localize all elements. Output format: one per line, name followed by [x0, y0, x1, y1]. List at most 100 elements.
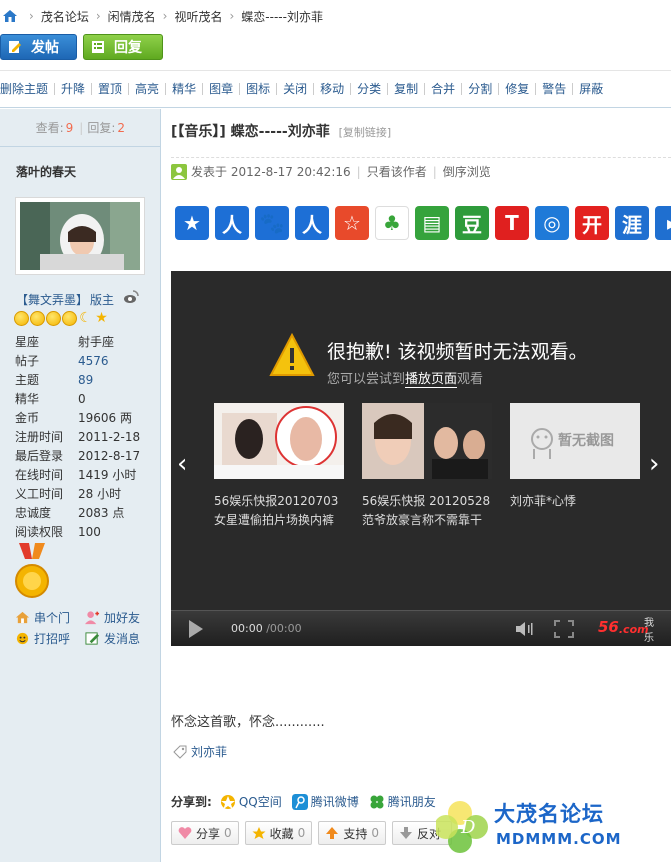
mod-copy[interactable]: 复制 [388, 83, 426, 95]
play-page-link[interactable]: 播放页面 [405, 372, 458, 388]
thread-title: [【音乐】] 蝶恋-----刘亦菲 [复制链接] [171, 124, 392, 140]
douban-icon[interactable]: 豆 [455, 206, 489, 240]
no-screenshot-text: 暂无截图 [558, 433, 614, 449]
new-post-button[interactable]: 发帖 [0, 34, 77, 60]
sun-icon [62, 311, 77, 326]
info-row: 在线时间 1419 小时 [15, 468, 137, 482]
post-meta: 发表于 2012-8-17 20:42:16 | 只看该作者 | 倒序浏览 [171, 157, 671, 185]
mod-move[interactable]: 移动 [314, 83, 352, 95]
info-row: 阅读权限 100 [15, 524, 101, 540]
mod-repair[interactable]: 修复 [499, 83, 537, 95]
green-chart-icon[interactable]: ▤ [415, 206, 449, 240]
medal-icon[interactable] [15, 543, 49, 601]
sun-icon [46, 311, 61, 326]
author-name[interactable]: 落叶的春天 [16, 163, 76, 180]
video-caption: 刘亦菲*心悸 [510, 494, 577, 508]
arrow-down-icon [399, 827, 412, 839]
mod-split[interactable]: 分割 [462, 83, 500, 95]
reverse-order-link[interactable]: 倒序浏览 [443, 163, 491, 180]
poke-button[interactable]: 打招呼 [15, 630, 85, 646]
info-row: 义工时间 28 小时 [15, 487, 122, 501]
author-sidebar: 查看: 9 | 回复: 2 落叶的春天 【舞文弄墨】 版主 ☾ ★ 星座 射手座 … [0, 109, 161, 862]
mod-delete-thread[interactable]: 删除主题 [0, 83, 56, 95]
online-status-icon [171, 163, 187, 180]
warning-icon [269, 333, 315, 376]
related-video[interactable]: 56娱乐快报20120703 女星遭偷拍片场换内裤大 [214, 403, 344, 530]
visit-button[interactable]: 串个门 [15, 609, 85, 625]
moon-icon: ☾ [79, 310, 92, 326]
more-icon[interactable]: ▸ [655, 206, 671, 240]
star-icon: ★ [95, 310, 108, 326]
heart-icon [178, 827, 192, 839]
share-button[interactable]: 分享 0 [171, 821, 239, 845]
edit-icon [9, 41, 21, 53]
support-button[interactable]: 支持 0 [318, 821, 386, 845]
related-video[interactable]: 暂无截图 刘亦菲*心悸 [510, 403, 640, 530]
share-tencent-friends[interactable]: 腾讯朋友 [369, 793, 436, 810]
brand-logo: 56 .com 我乐 [598, 618, 654, 644]
reply-button[interactable]: 回复 [83, 34, 163, 60]
info-row: 精华 0 [15, 391, 86, 407]
mod-merge[interactable]: 合并 [425, 83, 463, 95]
watermark-title: 大茂名论坛 [494, 802, 604, 826]
breadcrumb-thread: 蝶恋-----刘亦菲 [241, 9, 323, 24]
play-time: 00:00 /00:00 [231, 622, 302, 635]
ya-icon[interactable]: 涯 [615, 206, 649, 240]
share-qzone[interactable]: QQ空间 [220, 793, 282, 810]
post-tag[interactable]: 刘亦菲 [173, 743, 227, 760]
weibo-icon[interactable] [123, 289, 139, 305]
video-player[interactable]: 很抱歉! 该视频暂时无法观看。 您可以尝试到播放页面观看 ‹ › 56娱乐快报2… [171, 271, 671, 646]
star-smile-icon[interactable]: ☆ [335, 206, 369, 240]
breadcrumb-forum[interactable]: 茂名论坛 [41, 8, 89, 25]
mod-warn[interactable]: 警告 [536, 83, 574, 95]
video-caption: 56娱乐快报20120703 女星遭偷拍片场换内裤大 [214, 494, 339, 527]
player-error: 很抱歉! 该视频暂时无法观看。 您可以尝试到播放页面观看 [269, 333, 588, 388]
info-row: 金币 19606 两 [15, 411, 132, 425]
author-rank: 【舞文弄墨】 版主 [16, 291, 114, 308]
copy-link-button[interactable]: [复制链接] [339, 126, 392, 139]
svg-text:D: D [460, 817, 476, 838]
info-row: 主题 89 [15, 372, 94, 388]
player-controls: 00:00 /00:00 56 .com 我乐 [171, 610, 671, 646]
mod-highlight[interactable]: 高亮 [129, 83, 167, 95]
add-friend-button[interactable]: 加好友 [85, 609, 155, 625]
fullscreen-icon[interactable] [554, 620, 574, 638]
volume-icon[interactable] [515, 621, 535, 637]
mod-stamp[interactable]: 图章 [203, 83, 241, 95]
baidu-icon[interactable]: 🐾 [255, 206, 289, 240]
mod-icon[interactable]: 图标 [240, 83, 278, 95]
only-author-link[interactable]: 只看该作者 [367, 163, 427, 180]
related-video[interactable]: 56娱乐快报 20120528范爷放豪言称不需靠干爹 [362, 403, 492, 530]
bookmark-star-icon[interactable]: ★ [175, 206, 209, 240]
send-message-button[interactable]: 发消息 [85, 630, 155, 646]
renren-2-icon[interactable]: 人 [295, 206, 329, 240]
sun-icon [14, 311, 29, 326]
qzone-icon [220, 794, 235, 809]
renren-icon[interactable]: 人 [215, 206, 249, 240]
mod-digest[interactable]: 精华 [166, 83, 204, 95]
home-icon[interactable] [2, 8, 18, 24]
info-row: 星座 射手座 [15, 335, 115, 349]
circle-icon-icon[interactable]: ◎ [535, 206, 569, 240]
share-tencent-weibo[interactable]: 腾讯微博 [291, 793, 359, 810]
mod-block[interactable]: 屏蔽 [573, 83, 609, 95]
play-icon[interactable] [189, 619, 203, 638]
mod-sticky[interactable]: 置顶 [92, 83, 130, 95]
breadcrumb-board[interactable]: 视听茂名 [174, 8, 222, 25]
t-icon-icon[interactable]: T [495, 206, 529, 240]
video-thumbnail [362, 403, 492, 479]
prev-arrow-icon[interactable]: ‹ [177, 449, 187, 479]
clover-icon[interactable]: ♣ [375, 206, 409, 240]
author-group[interactable]: 【舞文弄墨】 [16, 291, 88, 308]
kaixin-icon[interactable]: 开 [575, 206, 609, 240]
favorite-button[interactable]: 收藏 0 [244, 821, 313, 845]
breadcrumb-section[interactable]: 闲情茂名 [108, 8, 156, 25]
mod-category[interactable]: 分类 [351, 83, 389, 95]
message-icon [85, 631, 100, 645]
mod-close[interactable]: 关闭 [277, 83, 315, 95]
next-arrow-icon[interactable]: › [649, 449, 659, 479]
moderation-toolbar: 删除主题 升降 置顶 高亮 精华 图章 图标 关闭 移动 分类 复制 合并 分割… [0, 70, 671, 108]
poke-icon [16, 632, 29, 644]
mod-bump[interactable]: 升降 [55, 83, 93, 95]
avatar[interactable] [15, 197, 145, 275]
